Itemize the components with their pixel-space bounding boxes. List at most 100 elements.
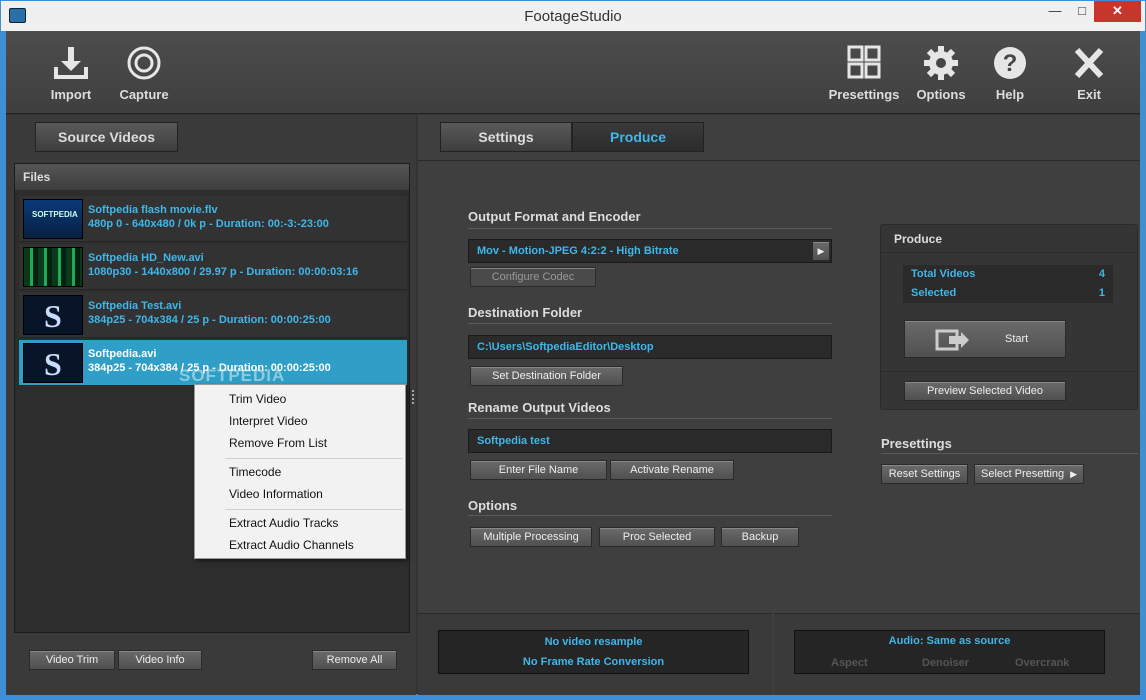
selected-label: Selected: [911, 287, 957, 299]
menu-item-interpret-video[interactable]: Interpret Video: [229, 414, 308, 428]
video-status-box: No video resample No Frame Rate Conversi…: [438, 630, 749, 674]
thumbnail-text: S: [44, 298, 62, 334]
video-thumbnail: S: [23, 343, 83, 383]
file-meta: 480p 0 - 640x480 / 0k p - Duration: 00:-…: [88, 218, 329, 230]
audio-status: Audio: Same as source: [888, 635, 1011, 647]
import-label: Import: [50, 87, 92, 102]
capture-icon: [127, 46, 161, 80]
output-format-heading: Output Format and Encoder: [468, 209, 641, 224]
menu-item-remove-from-list[interactable]: Remove From List: [229, 436, 327, 450]
svg-text:?: ?: [1003, 50, 1018, 77]
exit-label: Exit: [1077, 87, 1101, 102]
divider: [881, 453, 1138, 454]
aspect-label: Aspect: [831, 657, 868, 669]
destination-heading: Destination Folder: [468, 305, 583, 320]
tab-settings[interactable]: Settings: [440, 122, 572, 152]
start-label: Start: [1005, 333, 1029, 345]
menu-item-video-information[interactable]: Video Information: [229, 487, 323, 501]
menu-item-extract-audio-channels[interactable]: Extract Audio Channels: [229, 538, 354, 552]
help-button[interactable]: ? Help: [973, 45, 1047, 102]
produce-panel: Produce Total Videos 4 Selected 1 Start …: [880, 224, 1138, 410]
help-icon: ?: [994, 47, 1026, 79]
select-presetting-button[interactable]: Select Presetting ▶: [974, 464, 1084, 484]
file-name: Softpedia flash movie.flv: [88, 204, 218, 216]
file-meta: 384p25 - 704x384 / 25 p - Duration: 00:0…: [88, 314, 331, 326]
export-icon: [935, 329, 969, 351]
maximize-button[interactable]: □: [1067, 1, 1097, 22]
watermark: SOFTPEDIA: [179, 366, 286, 385]
video-thumbnail: [23, 247, 83, 287]
menu-separator: [225, 458, 403, 459]
file-row[interactable]: S Softpedia Test.avi 384p25 - 704x384 / …: [19, 292, 407, 338]
file-row[interactable]: Softpedia HD_New.avi 1080p30 - 1440x800 …: [19, 244, 407, 290]
file-name: Softpedia Test.avi: [88, 300, 182, 312]
divider: [418, 160, 1140, 161]
help-label: Help: [995, 87, 1025, 102]
configure-codec-button[interactable]: Configure Codec: [470, 267, 596, 287]
options-label: Options: [916, 87, 966, 102]
options-button[interactable]: Options: [904, 45, 978, 102]
divider: [881, 371, 1137, 372]
menu-item-trim-video[interactable]: Trim Video: [229, 392, 286, 406]
title-bar: FootageStudio — □ ✕: [0, 0, 1146, 31]
set-destination-button[interactable]: Set Destination Folder: [470, 366, 623, 386]
divider: [468, 515, 832, 516]
divider: [881, 252, 1137, 253]
grid-icon: [847, 45, 881, 79]
preview-selected-button[interactable]: Preview Selected Video: [904, 381, 1066, 401]
remove-all-button[interactable]: Remove All: [312, 650, 397, 670]
close-button[interactable]: ✕: [1094, 1, 1141, 22]
total-videos-value: 4: [1098, 268, 1105, 280]
audio-status-box: Audio: Same as source Aspect Denoiser Ov…: [794, 630, 1105, 674]
destination-field[interactable]: C:\Users\SoftpediaEditor\Desktop: [468, 335, 832, 359]
divider: [468, 418, 832, 419]
exit-icon: [1074, 47, 1104, 79]
enter-file-name-button[interactable]: Enter File Name: [470, 460, 607, 480]
import-button[interactable]: Import: [34, 45, 108, 102]
tab-produce[interactable]: Produce: [572, 122, 704, 152]
rename-heading: Rename Output Videos: [468, 400, 611, 415]
file-row[interactable]: SOFTPEDIA Softpedia flash movie.flv 480p…: [19, 196, 407, 242]
total-videos-label: Total Videos: [911, 268, 976, 280]
video-thumbnail: S: [23, 295, 83, 335]
file-name: Softpedia.avi: [88, 348, 157, 360]
dropdown-arrow-icon[interactable]: ▶: [812, 241, 830, 261]
menu-item-timecode[interactable]: Timecode: [229, 465, 281, 479]
import-icon: [54, 47, 88, 79]
menu-separator: [225, 509, 403, 510]
divider: [468, 228, 832, 229]
exit-button[interactable]: Exit: [1052, 45, 1126, 102]
overcrank-label: Overcrank: [1015, 657, 1070, 669]
video-trim-button[interactable]: Video Trim: [29, 650, 115, 670]
divider: [468, 323, 832, 324]
tab-source-videos[interactable]: Source Videos: [35, 122, 178, 152]
framerate-status: No Frame Rate Conversion: [522, 656, 665, 668]
splitter-handle[interactable]: [412, 390, 415, 404]
selected-value: 1: [1098, 287, 1105, 299]
presettings-heading: Presettings: [881, 436, 952, 451]
produce-heading: Produce: [894, 232, 943, 246]
reset-settings-button[interactable]: Reset Settings: [881, 464, 968, 484]
video-info-button[interactable]: Video Info: [118, 650, 202, 670]
minimize-button[interactable]: —: [1040, 1, 1070, 22]
resample-status: No video resample: [544, 636, 643, 648]
capture-button[interactable]: Capture: [107, 45, 181, 102]
thumbnail-text: SOFTPEDIA: [32, 210, 78, 219]
window-title: FootageStudio: [524, 8, 622, 25]
rename-input[interactable]: Softpedia test: [468, 429, 832, 453]
file-row-selected[interactable]: S Softpedia.avi 384p25 - 704x384 / 25 p …: [19, 340, 407, 386]
menu-item-extract-audio-tracks[interactable]: Extract Audio Tracks: [229, 516, 338, 530]
start-button[interactable]: Start: [904, 320, 1066, 358]
proc-selected-button[interactable]: Proc Selected: [599, 527, 715, 547]
multiple-processing-button[interactable]: Multiple Processing: [470, 527, 592, 547]
file-name: Softpedia HD_New.avi: [88, 252, 204, 264]
thumbnail-text: S: [44, 346, 62, 382]
backup-button[interactable]: Backup: [721, 527, 799, 547]
chevron-right-icon: ▶: [1070, 469, 1077, 479]
total-videos-row: Total Videos 4: [903, 265, 1113, 284]
activate-rename-button[interactable]: Activate Rename: [610, 460, 734, 480]
output-format-select[interactable]: Mov - Motion-JPEG 4:2:2 - High Bitrate: [468, 239, 832, 263]
files-header: Files: [15, 164, 409, 190]
gear-icon: [924, 46, 958, 80]
presettings-button[interactable]: Presettings: [825, 45, 903, 102]
